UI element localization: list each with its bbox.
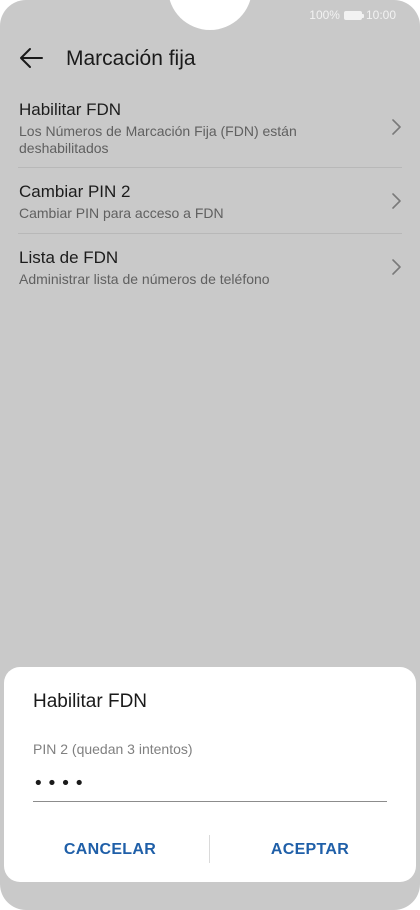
camera-notch (168, 0, 252, 30)
dialog-title: Habilitar FDN (33, 691, 148, 712)
status-time: 10:00 (365, 8, 396, 22)
battery-icon (343, 10, 364, 20)
phone-screen: 100% 10:00 Marcación fija Habilitar FDN … (0, 0, 420, 910)
setting-title: Lista de FDN (19, 248, 119, 267)
setting-subtitle: Cambiar PIN para acceso a FDN (19, 205, 224, 221)
setting-title: Cambiar PIN 2 (19, 182, 131, 201)
setting-change-pin2[interactable]: Cambiar PIN 2 Cambiar PIN para acceso a … (18, 168, 402, 234)
chevron-right-icon (392, 119, 401, 135)
status-bar: 100% 10:00 (309, 7, 396, 23)
back-arrow-icon[interactable] (18, 46, 44, 70)
dialog-actions: CANCELAR ACEPTAR (4, 833, 416, 867)
app-bar: Marcación fija (0, 38, 420, 78)
pin-field-label: PIN 2 (quedan 3 intentos) (33, 741, 193, 757)
setting-subtitle: Administrar lista de números de teléfono (19, 271, 270, 287)
enable-fdn-dialog: Habilitar FDN PIN 2 (quedan 3 intentos) … (4, 667, 416, 882)
cancel-button[interactable]: CANCELAR (10, 833, 210, 867)
setting-subtitle: Los Números de Marcación Fija (FDN) está… (19, 123, 297, 156)
setting-enable-fdn[interactable]: Habilitar FDN Los Números de Marcación F… (18, 96, 402, 168)
setting-title: Habilitar FDN (19, 100, 122, 119)
battery-percentage: 100% (309, 8, 340, 22)
page-title: Marcación fija (66, 47, 196, 70)
chevron-right-icon (392, 259, 401, 275)
setting-fdn-list[interactable]: Lista de FDN Administrar lista de número… (18, 234, 402, 300)
settings-list: Habilitar FDN Los Números de Marcación F… (0, 96, 420, 300)
chevron-right-icon (392, 193, 401, 209)
pin-input[interactable] (33, 766, 387, 802)
accept-button[interactable]: ACEPTAR (210, 833, 410, 867)
